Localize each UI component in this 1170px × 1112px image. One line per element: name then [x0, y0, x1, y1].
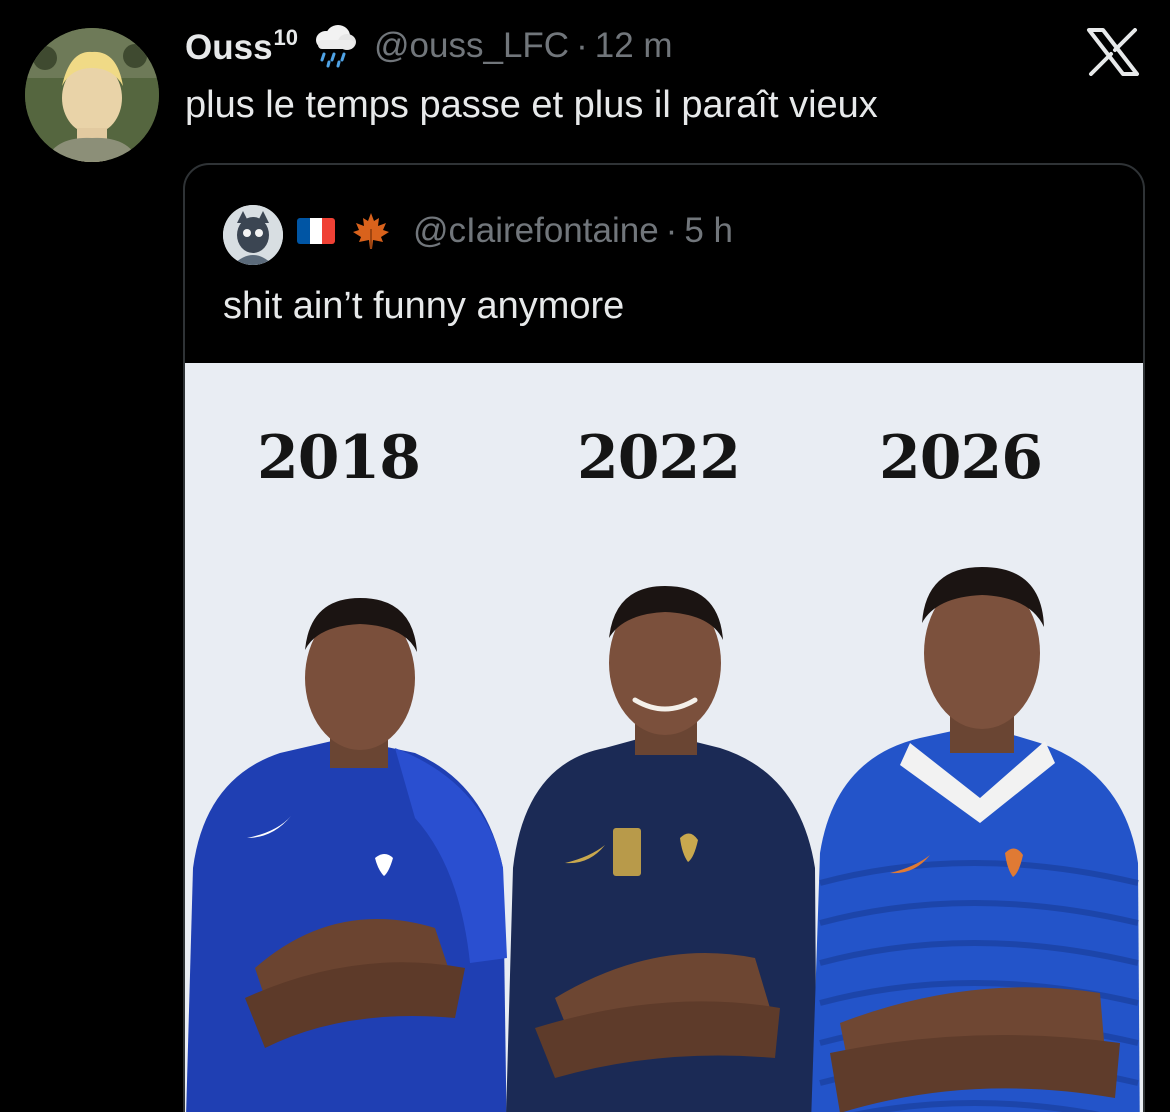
maple-leaf-icon — [351, 211, 391, 251]
cloud-with-rain-icon — [312, 24, 358, 68]
france-flag-icon — [297, 218, 335, 244]
year-label: 2022 — [577, 423, 741, 493]
x-logo-icon — [1085, 28, 1141, 76]
quoted-user-avatar[interactable] — [223, 205, 283, 265]
quoted-timestamp[interactable]: 5 h — [684, 211, 733, 251]
user-handle[interactable]: @ouss_LFC — [374, 26, 569, 66]
tweet: Ouss10 @ouss_LFC · 12 m plus le temps pa… — [0, 0, 1170, 1112]
quoted-user-handle[interactable]: @cIairefontaine — [413, 211, 659, 251]
quoted-tweet-image[interactable]: 2018 2022 2026 — [185, 363, 1143, 1112]
year-label: 2018 — [257, 423, 421, 493]
timestamp[interactable]: 12 m — [595, 26, 673, 66]
quoted-tweet[interactable]: @cIairefontaine · 5 h shit ain’t funny a… — [183, 163, 1145, 1112]
player-photo-2026 — [811, 567, 1140, 1112]
player-photo-2018 — [186, 598, 507, 1112]
separator-dot: · — [665, 211, 678, 250]
tweet-text: plus le temps passe et plus il paraît vi… — [185, 84, 878, 126]
user-avatar[interactable] — [25, 28, 159, 162]
year-label: 2026 — [879, 423, 1043, 493]
tweet-header: Ouss10 @ouss_LFC · 12 m — [185, 24, 673, 68]
separator-dot: · — [576, 26, 588, 65]
quoted-tweet-header: @cIairefontaine · 5 h — [297, 211, 733, 251]
quoted-tweet-text: shit ain’t funny anymore — [223, 285, 625, 327]
display-name[interactable]: Ouss10 — [185, 25, 298, 68]
player-photo-2022 — [506, 586, 817, 1112]
